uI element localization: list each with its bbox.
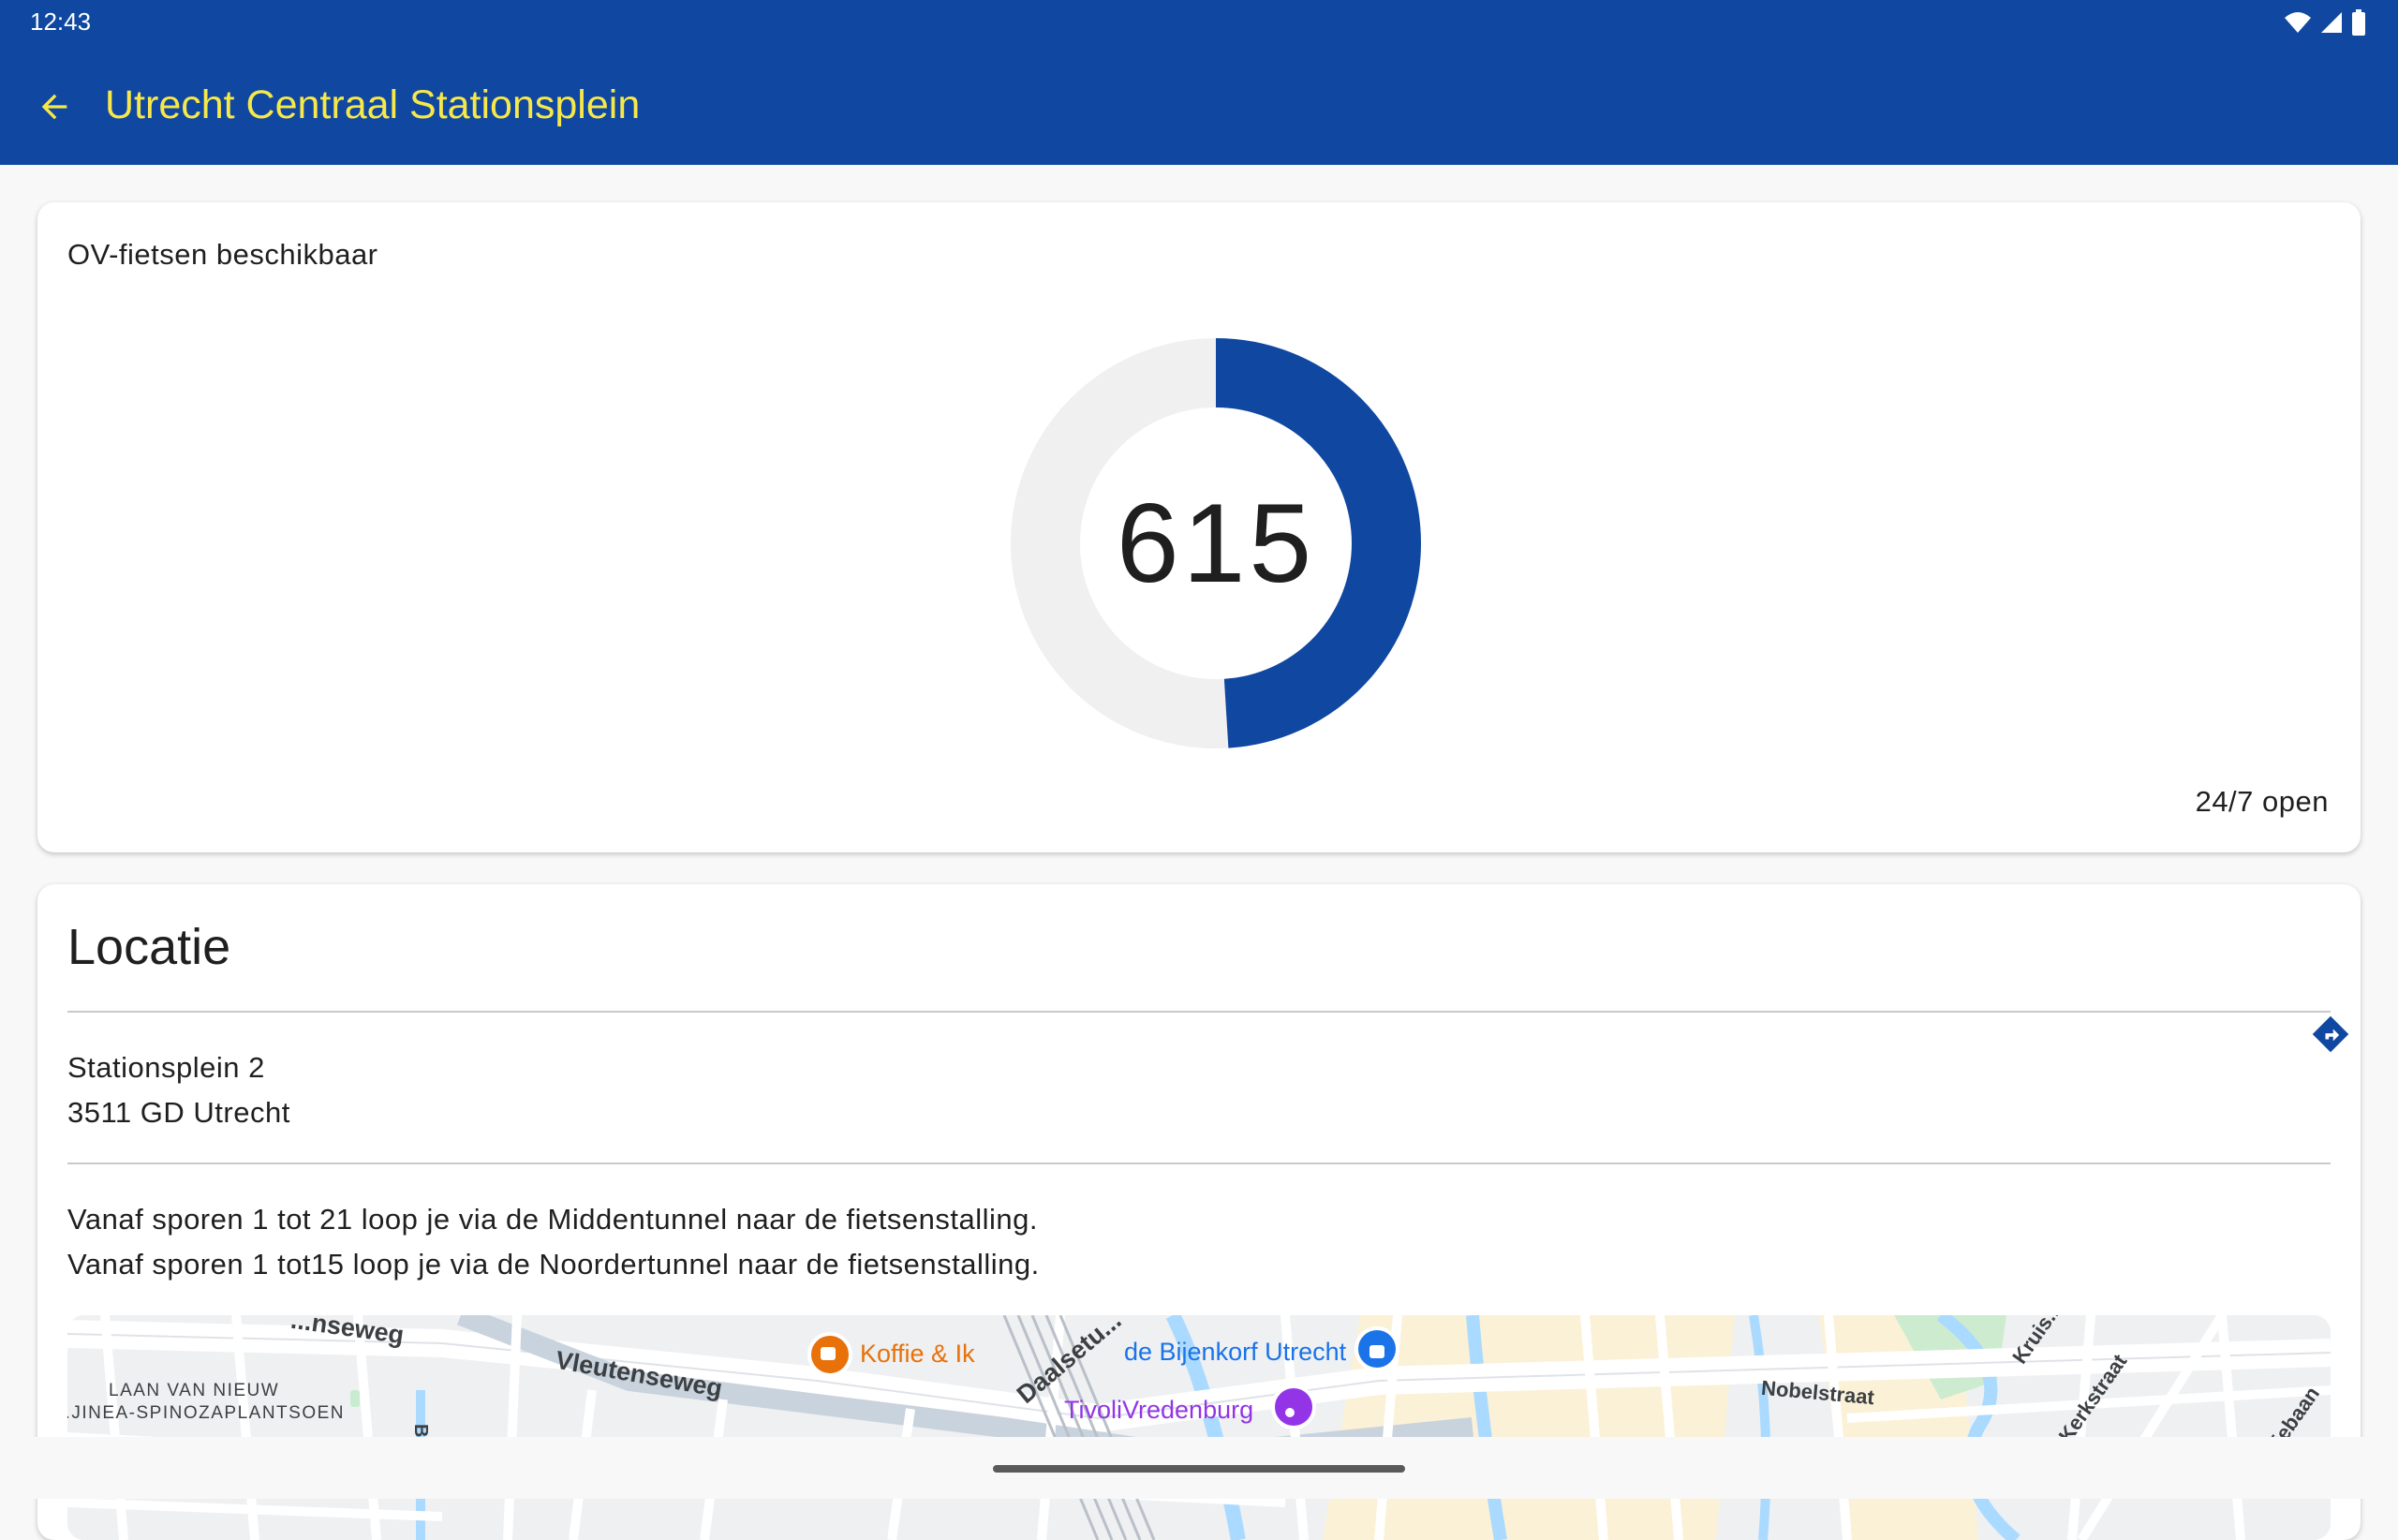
wifi-icon: [2285, 12, 2311, 33]
opening-hours: 24/7 open: [2195, 785, 2329, 818]
availability-card: OV-fietsen beschikbaar 615 24/7 open: [37, 202, 2361, 852]
status-time: 12:43: [30, 7, 92, 36]
signal-icon: [2321, 12, 2342, 33]
location-heading: Locatie: [67, 919, 231, 975]
directions-icon: [2312, 1015, 2349, 1053]
status-icons: [2284, 9, 2366, 36]
map-park-label: ...JINEA-SPINOZAPLANTSOEN: [67, 1403, 345, 1423]
battery-icon: [2352, 9, 2365, 36]
address-city: 3511 GD Utrecht: [67, 1096, 290, 1129]
page-title: Utrecht Centraal Stationsplein: [105, 82, 641, 127]
availability-label: OV-fietsen beschikbaar: [67, 238, 378, 271]
description-line-1: Vanaf sporen 1 tot 21 loop je via de Mid…: [67, 1203, 1038, 1236]
available-count: 615: [1116, 481, 1316, 606]
map-park-label: LAAN VAN NIEUW: [109, 1381, 280, 1400]
directions-button[interactable]: [2302, 1006, 2359, 1062]
gesture-nav-handle[interactable]: [993, 1465, 1405, 1473]
map-poi-store[interactable]: de Bijenkorf Utrecht: [1124, 1338, 1346, 1367]
divider: [67, 1162, 2331, 1164]
arrow-left-icon: [41, 94, 67, 120]
availability-donut: 615: [991, 318, 1441, 768]
back-button[interactable]: [28, 81, 81, 133]
app-bar: 12:43 Utrecht Centraal Stationsplein: [0, 0, 2398, 165]
map-poi-coffee[interactable]: Koffie & Ik: [860, 1340, 975, 1369]
divider: [67, 1011, 2331, 1013]
map-poi-venue[interactable]: TivoliVredenburg: [1064, 1396, 1253, 1425]
address-street: Stationsplein 2: [67, 1051, 265, 1084]
description-line-2: Vanaf sporen 1 tot15 loop je via de Noor…: [67, 1248, 1040, 1281]
location-map[interactable]: ...nseweg Vleutenseweg Koffie & Ik Daals…: [67, 1315, 2331, 1540]
